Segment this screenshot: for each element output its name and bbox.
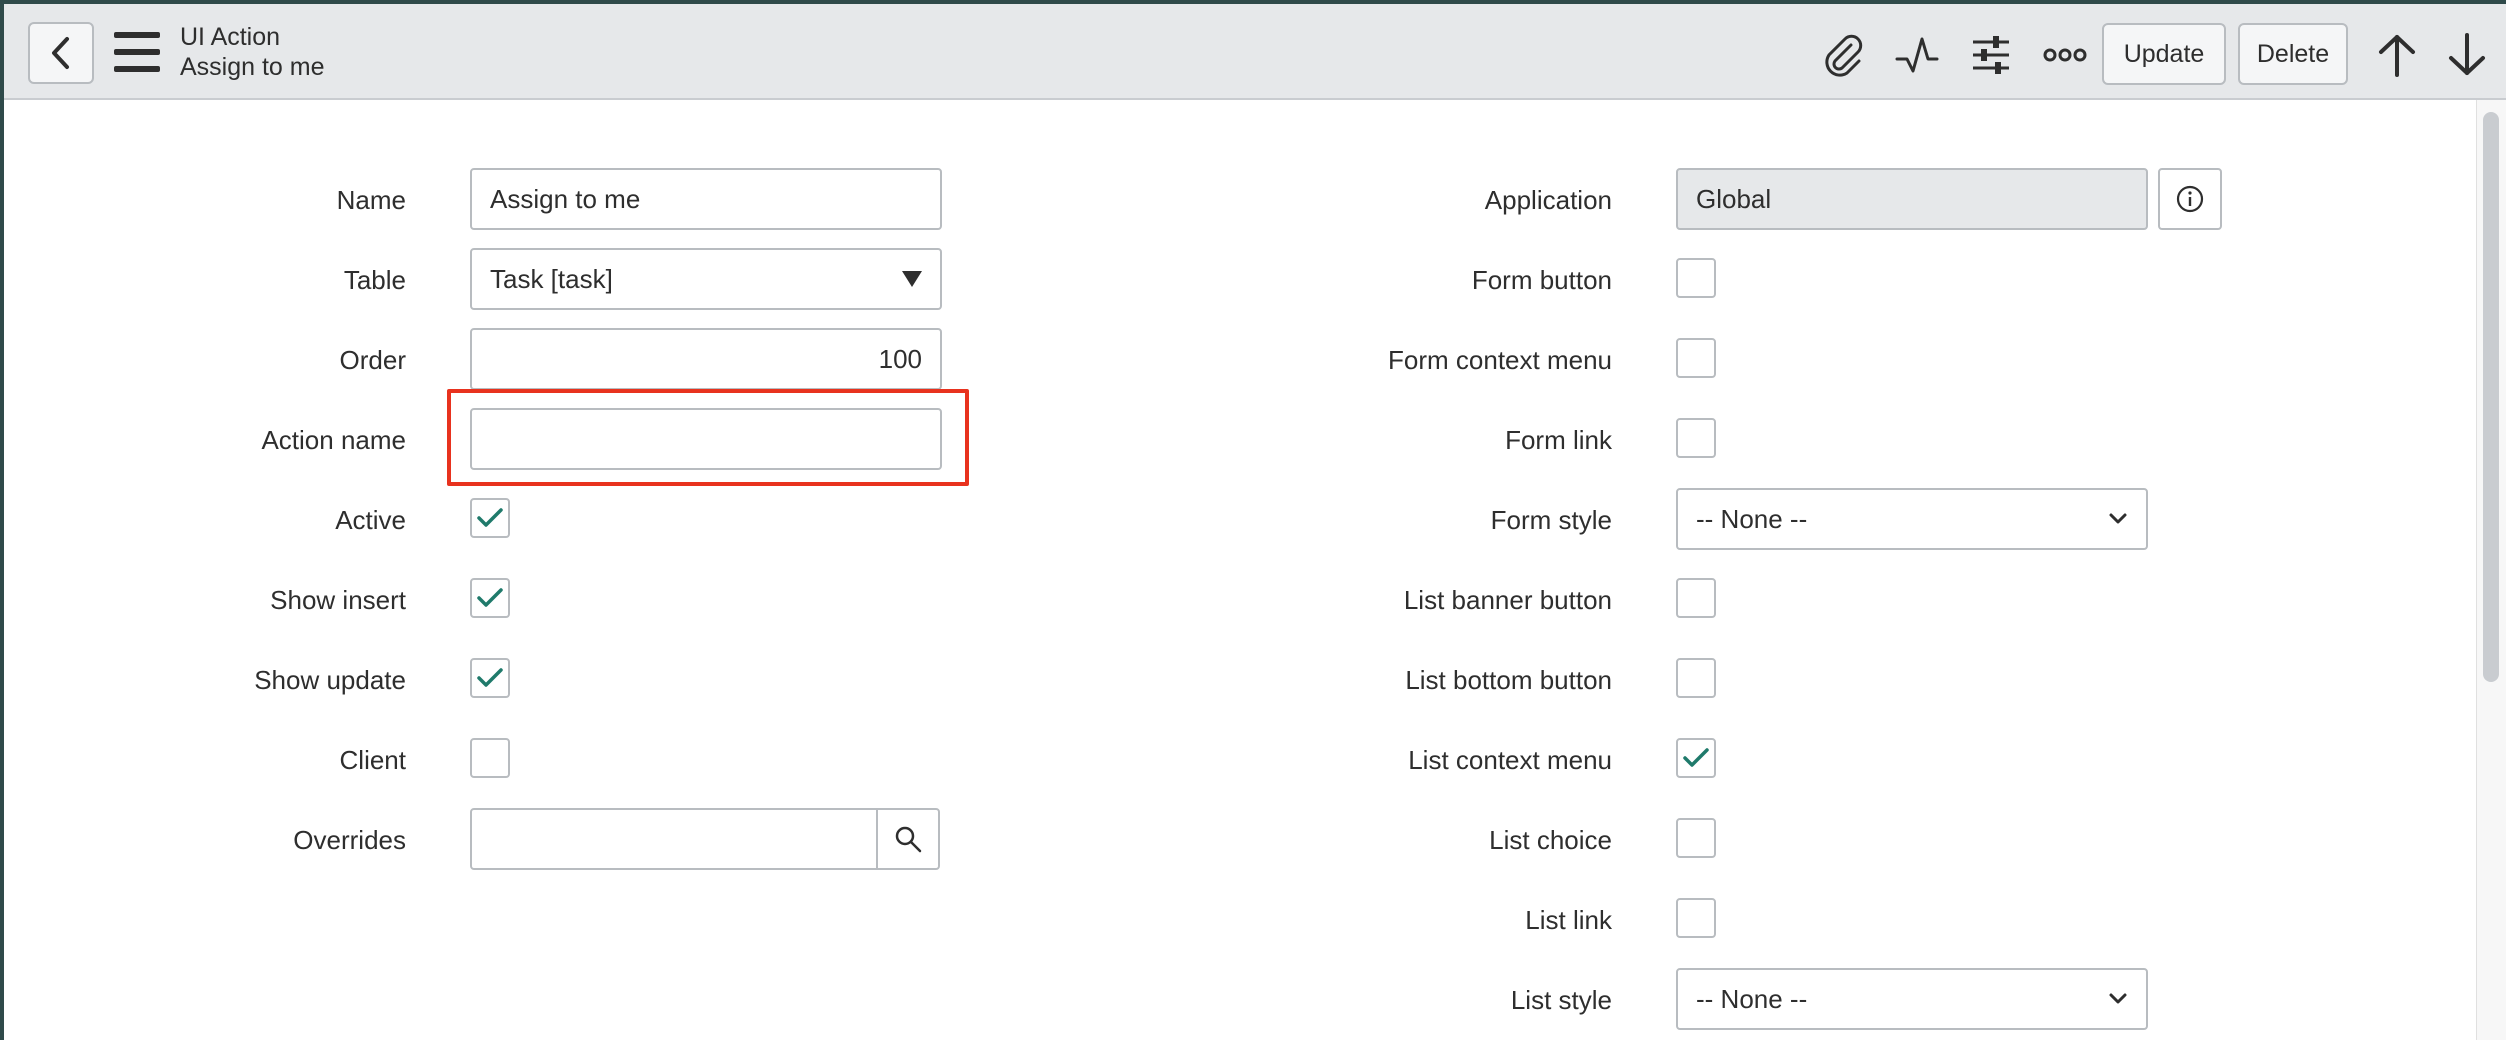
form-button-label: Form button <box>1471 265 1612 295</box>
activity-icon[interactable] <box>1892 30 1942 80</box>
list-style-select[interactable]: -- None -- <box>1676 968 2148 1030</box>
form-link-label: Form link <box>1505 425 1612 455</box>
info-icon <box>2176 185 2204 213</box>
chevron-down-icon <box>2109 993 2127 1004</box>
list-context-menu-checkbox[interactable] <box>1676 738 1716 778</box>
form-button-checkbox[interactable] <box>1676 258 1716 298</box>
client-checkbox[interactable] <box>470 738 510 778</box>
active-checkbox[interactable] <box>470 498 510 538</box>
application-info-button[interactable] <box>2158 168 2222 230</box>
sliders-icon[interactable] <box>1966 30 2016 80</box>
checkmark-icon <box>477 508 503 527</box>
back-button[interactable] <box>28 22 94 84</box>
table-value: Task [task] <box>490 263 613 294</box>
list-choice-label: List choice <box>1489 825 1612 855</box>
show-update-checkbox[interactable] <box>470 658 510 698</box>
show-insert-label: Show insert <box>270 585 406 615</box>
order-label: Order <box>339 345 406 375</box>
table-label: Table <box>343 265 406 295</box>
client-label: Client <box>339 745 406 775</box>
more-options-icon[interactable] <box>2040 30 2090 80</box>
paperclip-icon[interactable] <box>1818 30 1868 80</box>
table-select[interactable]: Task [task] <box>470 248 942 310</box>
list-bottom-button-label: List bottom button <box>1405 665 1612 695</box>
search-icon <box>895 826 922 853</box>
form-style-select[interactable]: -- None -- <box>1676 488 2148 550</box>
list-banner-button-checkbox[interactable] <box>1676 578 1716 618</box>
record-type: UI Action <box>180 23 281 51</box>
arrow-down-icon[interactable] <box>2442 30 2492 80</box>
record-name: Assign to me <box>180 53 325 81</box>
list-style-label: List style <box>1510 985 1612 1015</box>
update-button[interactable]: Update <box>2102 23 2226 85</box>
checkmark-icon <box>1683 748 1709 767</box>
action-name-label: Action name <box>261 425 406 455</box>
scrollbar-track[interactable] <box>2476 100 2506 1040</box>
list-style-value: -- None -- <box>1696 983 1808 1014</box>
name-label: Name <box>336 185 406 215</box>
application-field: Global <box>1676 168 2148 230</box>
form-style-value: -- None -- <box>1696 503 1808 534</box>
list-choice-checkbox[interactable] <box>1676 818 1716 858</box>
hamburger-menu-icon[interactable] <box>114 32 160 72</box>
action-name-highlight <box>447 389 969 486</box>
list-banner-button-label: List banner button <box>1403 585 1612 615</box>
overrides-input[interactable] <box>470 808 880 870</box>
dropdown-arrow-icon <box>902 271 922 287</box>
record-title: UI Action Assign to me <box>180 22 325 82</box>
form-style-label: Form style <box>1490 505 1612 535</box>
list-link-label: List link <box>1525 905 1612 935</box>
checkmark-icon <box>477 588 503 607</box>
show-insert-checkbox[interactable] <box>470 578 510 618</box>
list-link-checkbox[interactable] <box>1676 898 1716 938</box>
scrollbar-thumb[interactable] <box>2483 112 2499 682</box>
form-context-menu-label: Form context menu <box>1388 345 1612 375</box>
form-context-menu-checkbox[interactable] <box>1676 338 1716 378</box>
overrides-lookup-button[interactable] <box>876 808 940 870</box>
overrides-label: Overrides <box>293 825 406 855</box>
name-input[interactable]: Assign to me <box>470 168 942 230</box>
form-link-checkbox[interactable] <box>1676 418 1716 458</box>
application-label: Application <box>1484 185 1612 215</box>
list-bottom-button-checkbox[interactable] <box>1676 658 1716 698</box>
arrow-up-icon[interactable] <box>2372 30 2422 80</box>
chevron-down-icon <box>2109 513 2127 524</box>
list-context-menu-label: List context menu <box>1408 745 1612 775</box>
active-label: Active <box>335 505 406 535</box>
order-input[interactable]: 100 <box>470 328 942 390</box>
show-update-label: Show update <box>254 665 406 695</box>
checkmark-icon <box>477 668 503 687</box>
delete-button[interactable]: Delete <box>2238 23 2348 85</box>
chevron-left-icon <box>52 37 69 69</box>
form-header: UI Action Assign to me Update Delete <box>4 0 2506 100</box>
